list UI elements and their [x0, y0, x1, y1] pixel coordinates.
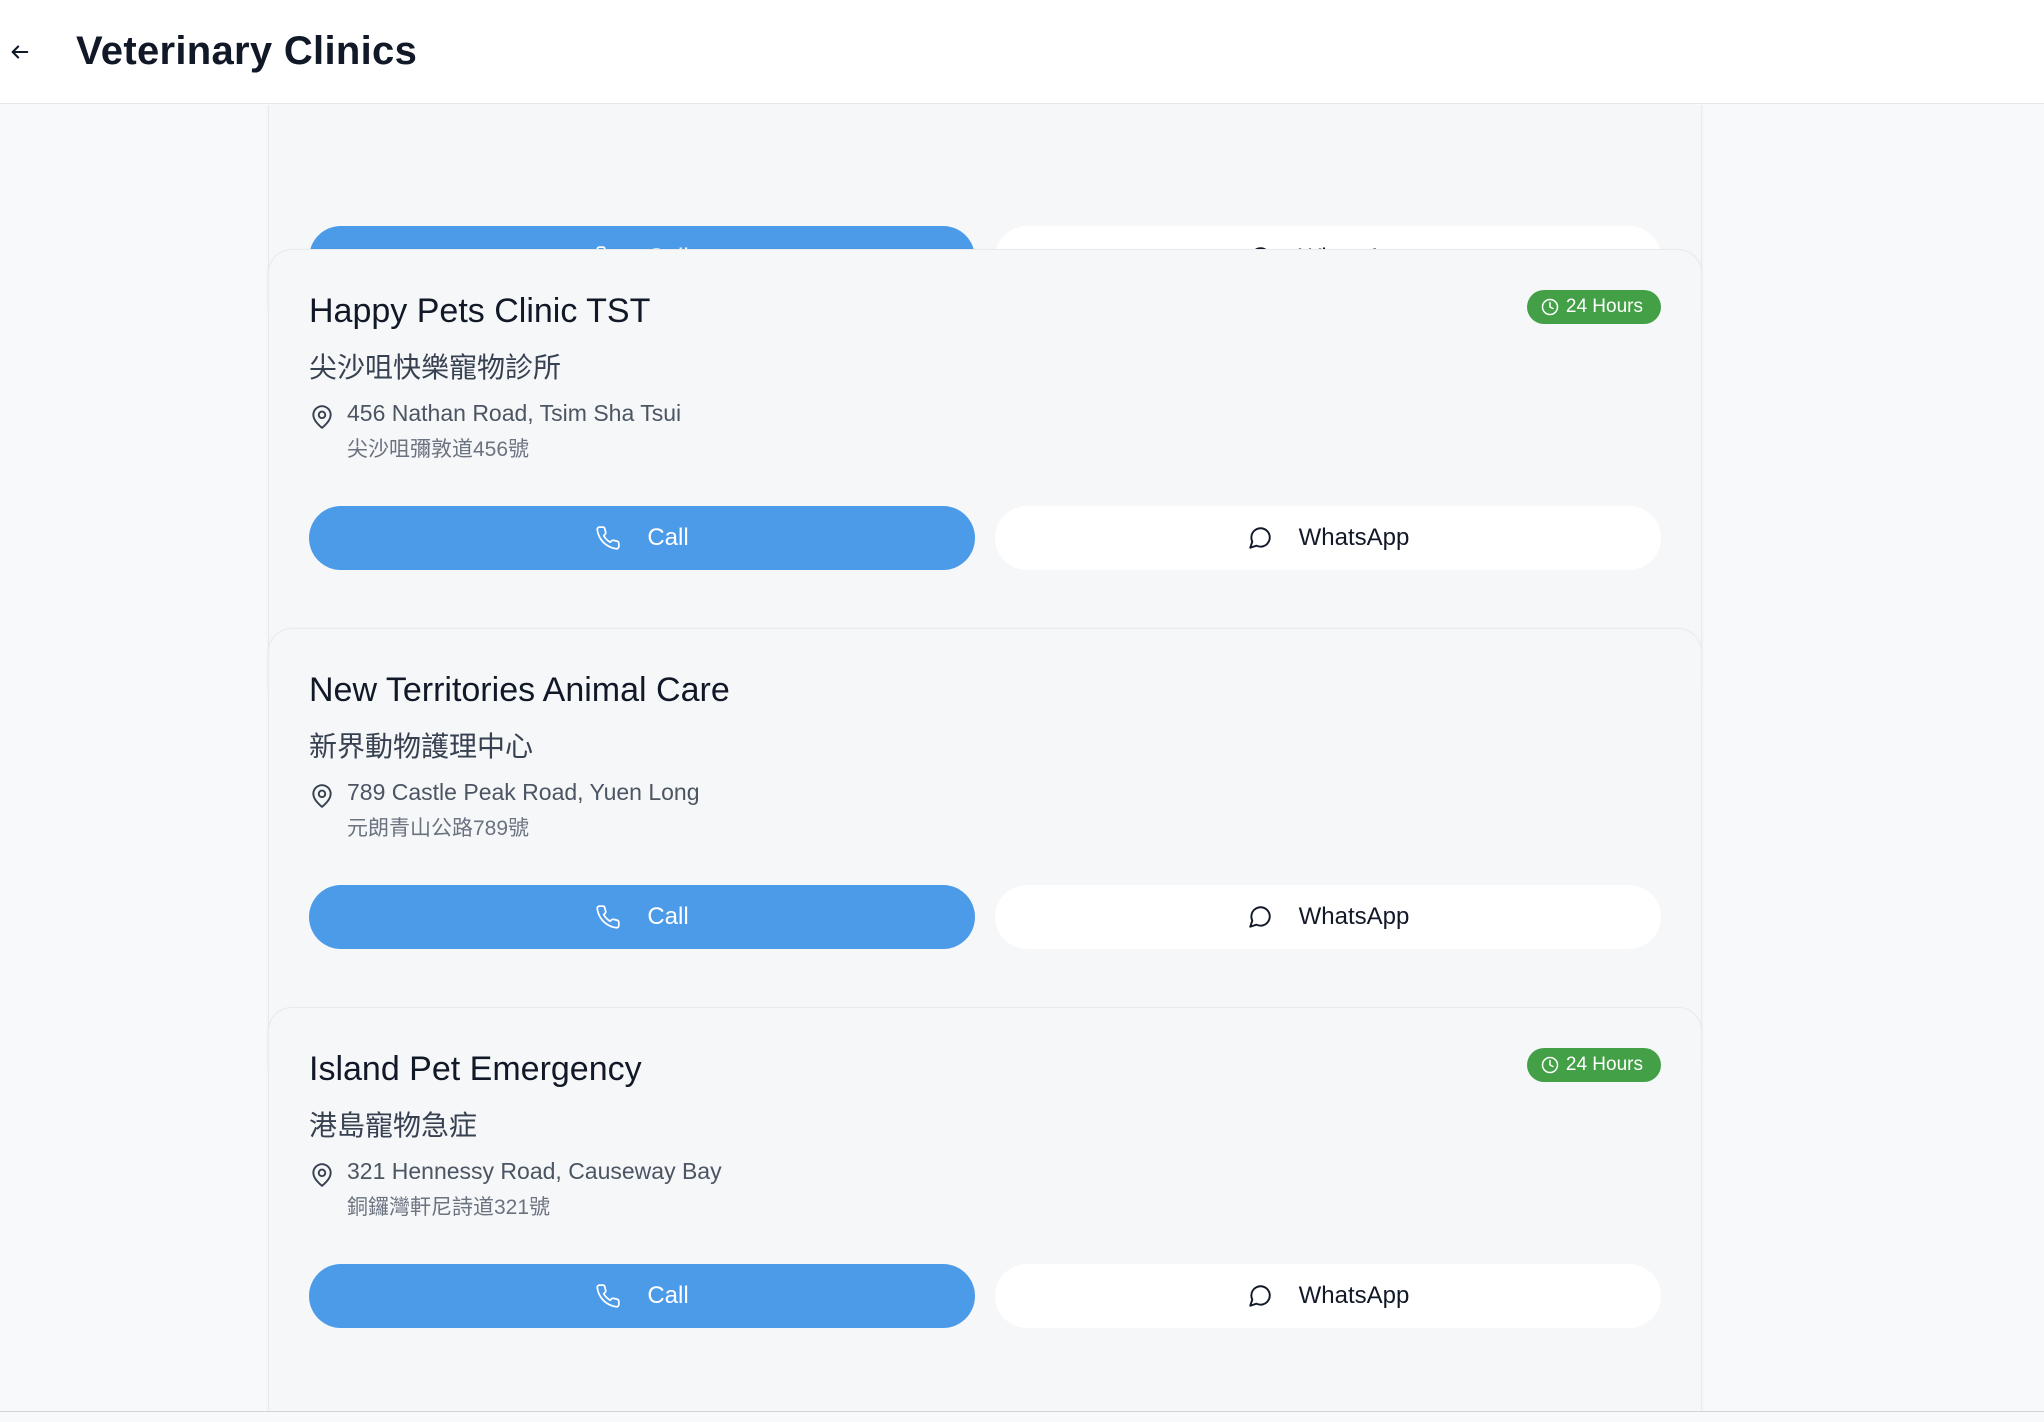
call-label: Call: [647, 1282, 689, 1309]
clock-icon: [1541, 298, 1559, 316]
map-pin-icon: [312, 1163, 332, 1187]
call-button[interactable]: Call: [309, 506, 975, 570]
message-circle-icon: [1248, 1285, 1271, 1307]
call-label: Call: [647, 524, 689, 551]
phone-icon: [596, 905, 621, 929]
hours-badge: 24 Hours: [1526, 1048, 1661, 1082]
badge-label: 24 Hours: [1565, 1054, 1643, 1075]
clock-icon: [1541, 1056, 1559, 1074]
clinic-list[interactable]: Call WhatsApp Happy Pets Clinic TST 24 H…: [0, 105, 2044, 1412]
phone-icon: [596, 1284, 621, 1308]
whatsapp-button[interactable]: WhatsApp: [995, 1264, 1661, 1328]
address-chinese: 尖沙咀彌敦道456號: [347, 438, 530, 461]
address-chinese: 銅鑼灣軒尼詩道321號: [347, 1196, 551, 1219]
address-english: 789 Castle Peak Road, Yuen Long: [347, 779, 700, 805]
clinic-name-chinese: 港島寵物急症: [309, 1110, 478, 1141]
call-label: Call: [647, 903, 689, 930]
bottom-divider: [0, 1411, 2044, 1412]
badge-label: 24 Hours: [1565, 296, 1643, 317]
map-pin-icon: [312, 784, 332, 808]
clinic-card: Island Pet Emergency 24 Hours 港島寵物急症 321…: [268, 1007, 1702, 1412]
back-button[interactable]: [0, 32, 40, 72]
whatsapp-label: WhatsApp: [1298, 524, 1410, 551]
address-english: 456 Nathan Road, Tsim Sha Tsui: [347, 400, 682, 426]
clinic-name-chinese: 新界動物護理中心: [309, 731, 534, 762]
whatsapp-button[interactable]: WhatsApp: [995, 885, 1661, 949]
clinic-name: Island Pet Emergency: [309, 1050, 642, 1088]
clinic-name-chinese: 尖沙咀快樂寵物診所: [309, 352, 562, 383]
call-button[interactable]: Call: [309, 1264, 975, 1328]
whatsapp-label: WhatsApp: [1298, 903, 1410, 930]
map-pin-icon: [312, 405, 332, 429]
arrow-left-icon: [11, 44, 29, 59]
whatsapp-label: WhatsApp: [1298, 1282, 1410, 1309]
hours-badge: 24 Hours: [1526, 290, 1661, 324]
page-title: Veterinary Clinics: [76, 29, 418, 73]
clinic-name: Happy Pets Clinic TST: [309, 292, 651, 330]
clinic-name: New Territories Animal Care: [309, 671, 730, 709]
message-circle-icon: [1248, 906, 1271, 928]
call-button[interactable]: Call: [309, 885, 975, 949]
message-circle-icon: [1248, 527, 1271, 549]
phone-icon: [596, 526, 621, 550]
whatsapp-button[interactable]: WhatsApp: [995, 506, 1661, 570]
address-chinese: 元朗青山公路789號: [347, 817, 530, 840]
app-header: Veterinary Clinics: [0, 0, 2044, 104]
address-english: 321 Hennessy Road, Causeway Bay: [347, 1158, 722, 1184]
